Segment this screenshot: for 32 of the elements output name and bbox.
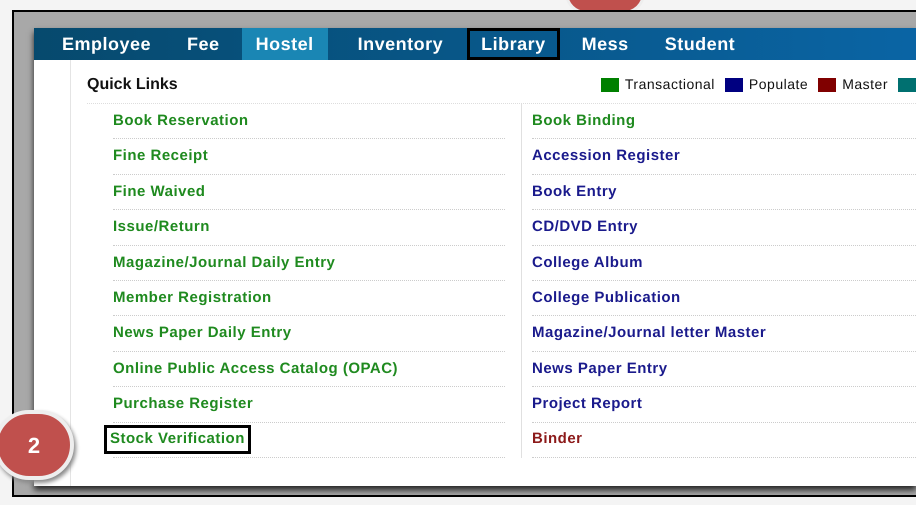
nav-tab[interactable]: Fee: [173, 28, 234, 60]
quick-link[interactable]: Online Public Access Catalog (OPAC): [113, 358, 398, 380]
nav-tab[interactable]: Employee: [48, 28, 166, 60]
quick-link[interactable]: Magazine/Journal Daily Entry: [113, 252, 336, 274]
quick-link[interactable]: College Album: [532, 252, 643, 274]
quick-link[interactable]: Fine Receipt: [113, 145, 208, 168]
legend-label: Transactional: [624, 75, 715, 94]
nav-tab[interactable]: Mess: [568, 28, 643, 60]
section-title: Quick Links: [87, 74, 178, 94]
quick-link[interactable]: Project Report: [532, 393, 642, 416]
legend-label: Populate: [748, 75, 808, 94]
nav-tab[interactable]: Hostel: [242, 28, 328, 60]
quick-link[interactable]: Book Reservation: [113, 110, 249, 132]
quick-link[interactable]: Fine Waived: [113, 180, 206, 204]
quick-link[interactable]: Member Registration: [113, 286, 272, 310]
quick-link[interactable]: News Paper Entry: [532, 358, 668, 380]
quick-link[interactable]: Purchase Register: [113, 393, 254, 416]
quick-link[interactable]: Binder: [532, 428, 583, 451]
quick-link[interactable]: News Paper Daily Entry: [113, 322, 292, 345]
quick-link[interactable]: Magazine/Journal letter Master: [532, 322, 766, 345]
legend-label: Master: [842, 75, 888, 94]
callout-badge: 2: [0, 410, 74, 480]
quick-link[interactable]: Book Binding: [532, 110, 636, 132]
quick-link[interactable]: Stock Verification: [107, 428, 248, 451]
nav-tab[interactable]: Library: [467, 28, 560, 60]
nav-tab[interactable]: Student: [650, 28, 750, 60]
nav-tab[interactable]: Inventory: [344, 28, 458, 60]
quick-link[interactable]: CD/DVD Entry: [532, 216, 638, 239]
quick-link[interactable]: Book Entry: [532, 180, 618, 204]
quick-link[interactable]: College Publication: [532, 286, 681, 310]
quick-link[interactable]: Accession Register: [532, 145, 680, 168]
quick-link[interactable]: Issue/Return: [113, 216, 210, 239]
